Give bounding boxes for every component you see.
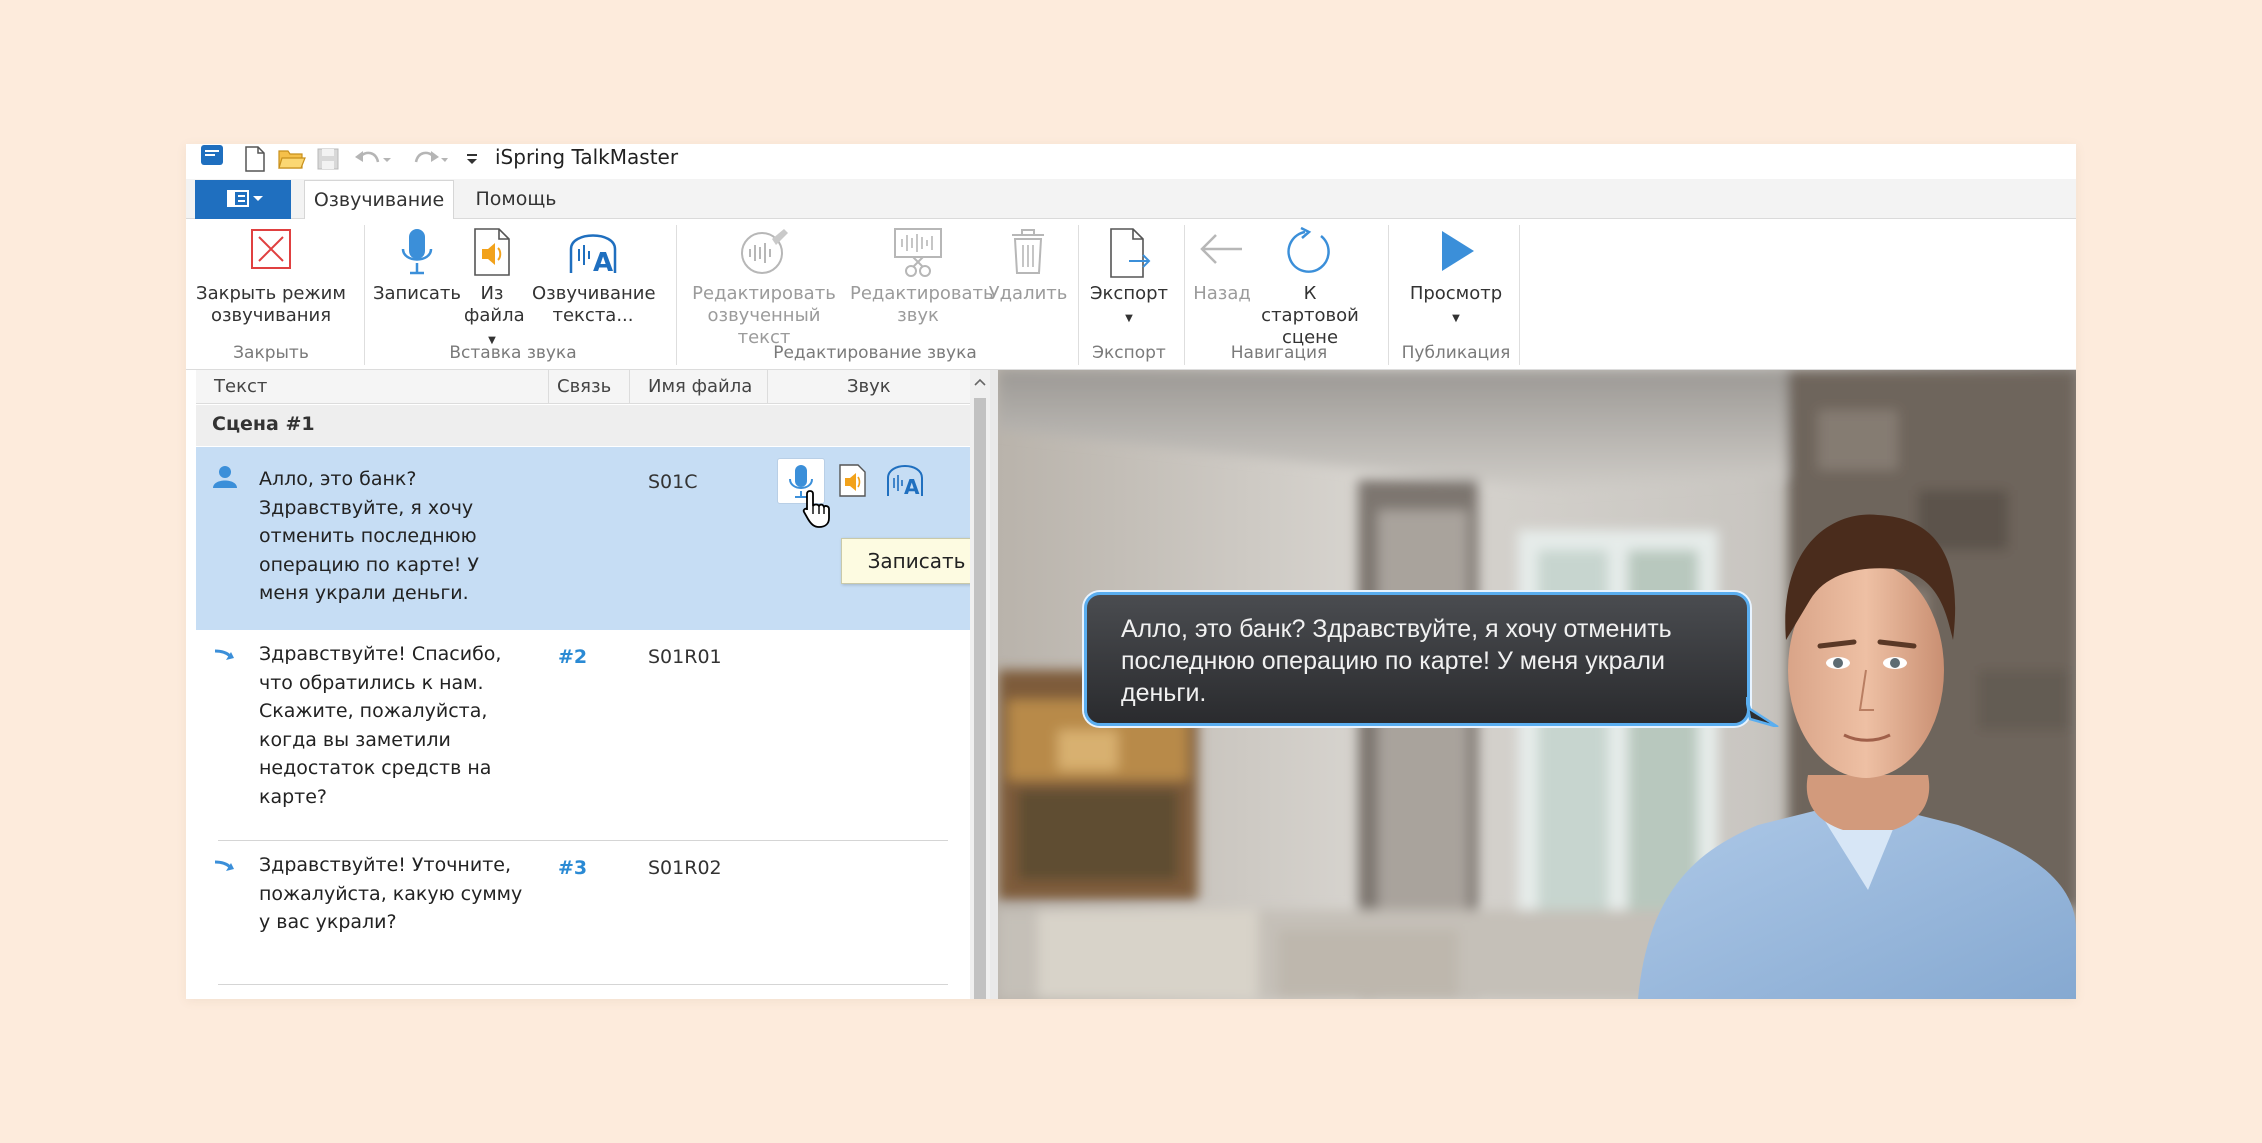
- speech-bubble-text: Алло, это банк? Здравствуйте, я хочу отм…: [1121, 615, 1672, 707]
- group-label-close: Закрыть: [233, 343, 309, 363]
- replica-link[interactable]: #2: [558, 646, 587, 668]
- grid-header: Текст Связь Имя файла Звук: [196, 370, 970, 404]
- export-file-icon: [1107, 227, 1151, 283]
- header-text[interactable]: Текст: [214, 376, 267, 397]
- app-logo-icon[interactable]: [200, 144, 224, 172]
- group-label-publish: Публикация: [1401, 343, 1511, 363]
- speech-bubble: Алло, это банк? Здравствуйте, я хочу отм…: [1084, 592, 1750, 726]
- table-row[interactable]: Здравствуйте! Уточните, пожалуйста, каку…: [196, 841, 970, 999]
- preview-button[interactable]: Просмотр ▼: [1396, 219, 1516, 337]
- audio-file-icon[interactable]: [830, 458, 878, 504]
- tab-voiceover[interactable]: Озвучивание: [304, 180, 454, 220]
- mouse-cursor-icon: [801, 489, 833, 533]
- dropdown-arrow-icon: ▼: [1452, 313, 1460, 324]
- group-label-edit-sound: Редактирование звука: [773, 343, 977, 363]
- file-name: S01R01: [648, 646, 722, 668]
- replica-text: Здравствуйте! Уточните, пожалуйста, каку…: [259, 854, 523, 933]
- arrow-right-icon: [212, 644, 238, 670]
- dropdown-arrow-icon: ▼: [1125, 313, 1133, 324]
- edit-voiced-text-button[interactable]: Редактировать озвученный текст: [680, 219, 848, 348]
- export-button[interactable]: Экспорт ▼: [1082, 219, 1176, 337]
- replica-grid: Текст Связь Имя файла Звук Сцена #1 Алло…: [196, 370, 970, 999]
- speech-bubble-tail: [1746, 697, 1779, 727]
- group-separator: [1078, 225, 1079, 365]
- play-icon: [1434, 227, 1478, 279]
- new-file-icon[interactable]: [244, 146, 266, 176]
- file-name: S01R02: [648, 857, 722, 879]
- audio-file-icon: [472, 227, 512, 281]
- group-label-insert-sound: Вставка звука: [449, 343, 577, 363]
- delete-button[interactable]: Удалить: [986, 219, 1070, 337]
- arrow-right-icon: [212, 855, 238, 881]
- open-folder-icon[interactable]: [278, 146, 306, 176]
- trash-icon: [1008, 227, 1048, 281]
- user-icon: [212, 465, 238, 493]
- replica-text: Здравствуйте! Спасибо, что обратились к …: [259, 643, 502, 808]
- header-filename[interactable]: Имя файла: [648, 376, 752, 397]
- svg-text:A: A: [593, 248, 613, 277]
- customize-toolbar-icon[interactable]: [464, 146, 480, 176]
- header-sound[interactable]: Звук: [847, 376, 891, 397]
- scrollbar-thumb[interactable]: [974, 398, 986, 999]
- quick-access-toolbar: iSpring TalkMaster: [186, 144, 2076, 179]
- from-file-button[interactable]: Из файла ▼: [464, 219, 525, 346]
- edit-waveform-icon: [738, 227, 790, 281]
- back-button[interactable]: Назад: [1192, 219, 1252, 337]
- svg-text:A: A: [904, 475, 920, 499]
- panel-splitter[interactable]: [990, 370, 998, 999]
- speech-a-icon: A: [567, 227, 619, 281]
- group-separator: [676, 225, 677, 365]
- app-window: iSpring TalkMaster Озвучивание Помощь За…: [186, 144, 2076, 999]
- scene-preview: Алло, это банк? Здравствуйте, я хочу отм…: [998, 370, 2076, 999]
- ribbon: Закрыть режим озвучивания Закрыть Записа…: [186, 219, 2076, 370]
- close-voiceover-button[interactable]: Закрыть режим озвучивания: [196, 219, 346, 337]
- replica-text: Алло, это банк? Здравствуйте, я хочу отм…: [259, 468, 480, 604]
- edit-sound-button[interactable]: Редактировать звук: [850, 219, 994, 337]
- file-name: S01C: [648, 471, 698, 493]
- text-to-speech-button[interactable]: A Озвучивание текста...: [532, 219, 656, 337]
- group-label-navigation: Навигация: [1230, 343, 1328, 363]
- window-title: iSpring TalkMaster: [495, 145, 679, 169]
- text-to-speech-icon[interactable]: A: [882, 458, 930, 504]
- to-start-scene-button[interactable]: К стартовой сцене: [1254, 219, 1366, 348]
- redo-icon[interactable]: [408, 146, 448, 176]
- group-separator: [364, 225, 365, 365]
- header-link[interactable]: Связь: [557, 376, 611, 397]
- group-separator: [1184, 225, 1185, 365]
- record-button[interactable]: Записать: [372, 219, 462, 337]
- tab-help[interactable]: Помощь: [466, 180, 566, 220]
- arrow-left-icon: [1198, 227, 1246, 275]
- group-label-export: Экспорт: [1092, 343, 1166, 363]
- group-separator: [1519, 225, 1520, 365]
- scroll-up-icon[interactable]: [970, 370, 990, 394]
- undo-icon[interactable]: [352, 146, 392, 176]
- microphone-icon: [397, 227, 437, 283]
- group-separator: [1388, 225, 1389, 365]
- ribbon-tabs: Озвучивание Помощь: [186, 179, 2076, 220]
- row-divider: [218, 840, 948, 841]
- scene-header[interactable]: Сцена #1: [196, 405, 970, 446]
- replica-link[interactable]: #3: [558, 857, 587, 879]
- restart-icon: [1285, 226, 1335, 281]
- save-icon[interactable]: [316, 146, 340, 176]
- table-row[interactable]: Здравствуйте! Спасибо, что обратились к …: [196, 630, 970, 840]
- close-icon: [249, 227, 293, 275]
- audio-cut-icon: [893, 227, 943, 283]
- file-menu-button[interactable]: [195, 180, 291, 219]
- grid-scrollbar[interactable]: [970, 370, 990, 999]
